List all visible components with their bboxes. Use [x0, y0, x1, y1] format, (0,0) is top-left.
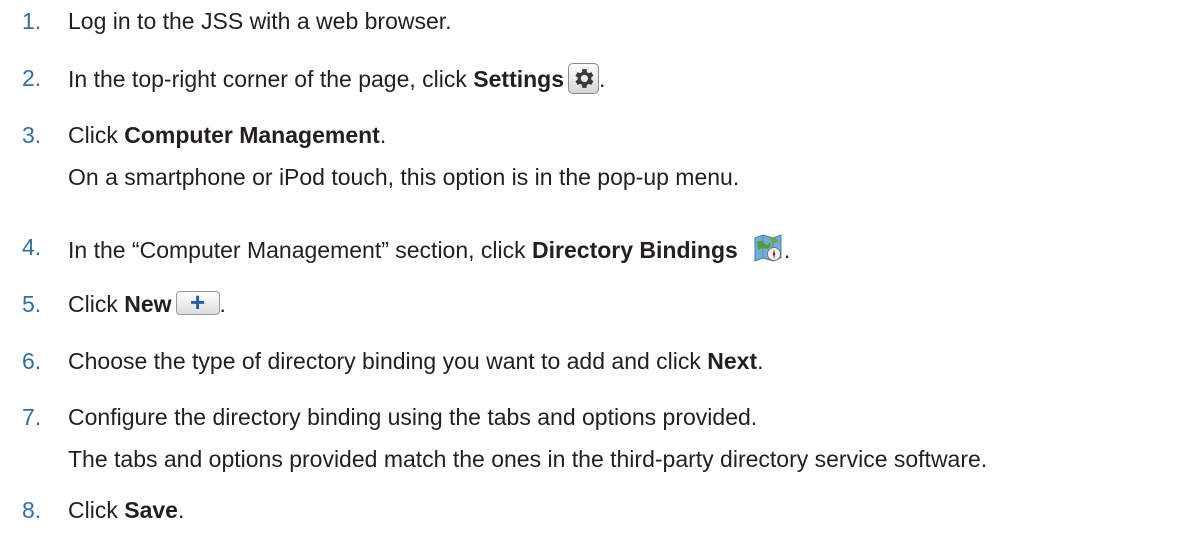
step-number: 5. [22, 291, 42, 317]
next-label: Next [707, 348, 758, 374]
gear-icon [568, 63, 600, 94]
settings-label: Settings [473, 66, 565, 92]
directory-bindings-icon [752, 232, 784, 264]
step-text-post: . [783, 237, 791, 263]
step-line: Click Computer Management. [68, 120, 739, 150]
step-note: On a smartphone or iPod touch, this opti… [68, 164, 740, 190]
step-text-pre: Click [68, 497, 125, 523]
step-text: In the “Computer Management” section, cl… [68, 232, 790, 265]
step-text-pre: In the “Computer Management” section, cl… [68, 237, 533, 263]
step-number: 7. [22, 404, 42, 430]
step-number: 1. [22, 8, 42, 34]
step-number: 3. [22, 122, 42, 148]
plus-icon: + [175, 287, 220, 317]
instruction-steps: 1. Log in to the JSS with a web browser.… [0, 0, 1181, 535]
step-text-post: . [599, 66, 606, 92]
step-text: Click Computer Management. On a smartpho… [68, 120, 739, 192]
step-text-pre: Click [68, 291, 125, 317]
step-text-pre: In the top-right corner of the page, cli… [68, 66, 474, 92]
save-label: Save [124, 497, 178, 523]
step-text-post: . [177, 497, 185, 523]
step-number: 4. [22, 234, 42, 260]
step-text: Choose the type of directory binding you… [68, 346, 764, 376]
computer-management-label: Computer Management [124, 122, 380, 148]
step-text-pre: Choose the type of directory binding you… [68, 348, 708, 374]
step-number: 2. [22, 65, 42, 91]
step-note: The tabs and options provided match the … [68, 446, 988, 472]
step-text-post: . [757, 348, 764, 374]
step-text: Configure the directory binding using th… [68, 402, 987, 474]
step-text: Click Save. [68, 495, 184, 525]
directory-bindings-label: Directory Bindings [532, 237, 738, 263]
step-text: In the top-right corner of the page, cli… [68, 63, 605, 94]
step-text: Click New +. [68, 287, 226, 319]
step-text-post: . [219, 291, 226, 317]
new-label: New [124, 291, 172, 317]
plus-glyph: + [189, 287, 206, 317]
step-text-pre: Click [68, 122, 125, 148]
step-line: Configure the directory binding using th… [68, 404, 758, 430]
step-number: 8. [22, 497, 42, 523]
step-text: Log in to the JSS with a web browser. [68, 6, 452, 36]
step-text-post: . [379, 122, 387, 148]
step-number: 6. [22, 348, 42, 374]
step-text-content: Log in to the JSS with a web browser. [68, 8, 452, 34]
